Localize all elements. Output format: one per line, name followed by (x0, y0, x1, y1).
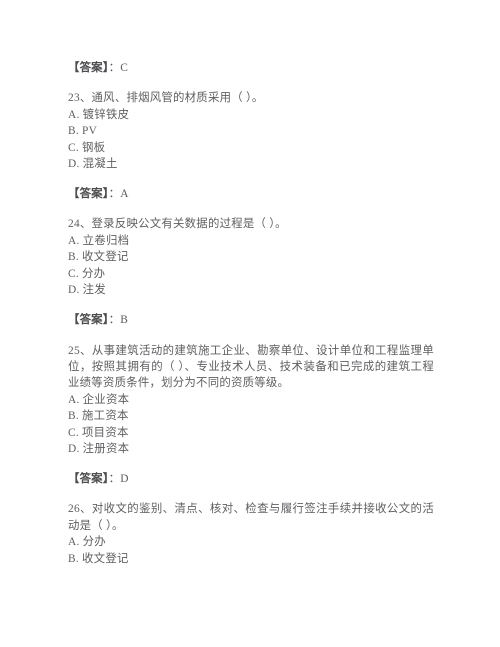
answer-label: 【答案】 (68, 314, 109, 327)
question-stem: 24、登录反映公文有关数据的过程是（ ）。 (68, 218, 287, 231)
answer-line: 【答案】：B (68, 312, 434, 328)
answer-separator: ： (108, 62, 121, 74)
answer-line: 【答案】：D (68, 471, 434, 487)
question-option: B. PV (68, 125, 98, 138)
answer-value: C (120, 62, 129, 74)
question-option: C. 钢板 (68, 141, 106, 154)
question-stem: 23、通风、排烟风管的材质采用（ ）。 (68, 92, 264, 105)
question-block-24: 24、登录反映公文有关数据的过程是（ ）。 A. 立卷归档 B. 收文登记 C.… (68, 216, 434, 298)
question-option: A. 分办 (68, 536, 106, 549)
question-stem: 25、从事建筑活动的建筑施工企业、勘察单位、设计单位和工程监理单位，按照其拥有的… (68, 344, 434, 390)
answer-label: 【答案】 (68, 188, 109, 201)
question-block-23: 23、通风、排烟风管的材质采用（ ）。 A. 镀锌铁皮 B. PV C. 钢板 … (68, 90, 434, 172)
question-option: D. 注册资本 (68, 442, 130, 455)
question-stem: 26、对收文的鉴别、清点、核对、检查与履行签注手续并接收公文的活动是（ ）。 (68, 503, 434, 532)
question-option: B. 收文登记 (68, 552, 129, 565)
answer-value: A (120, 188, 129, 201)
answer-label: 【答案】 (68, 473, 109, 486)
question-block-25: 25、从事建筑活动的建筑施工企业、勘察单位、设计单位和工程监理单位，按照其拥有的… (68, 343, 434, 458)
answer-value: D (120, 473, 129, 486)
answer-separator: ： (108, 188, 121, 201)
answer-separator: ： (108, 473, 121, 486)
question-option: C. 项目资本 (68, 426, 129, 439)
question-option: D. 混凝土 (68, 157, 118, 170)
answer-line: 【答案】：C (68, 60, 434, 76)
answer-value: B (120, 314, 129, 327)
question-option: A. 企业资本 (68, 393, 130, 406)
answer-label: 【答案】 (68, 62, 109, 74)
question-option: D. 注发 (68, 284, 106, 297)
question-option: B. 收文登记 (68, 251, 129, 264)
answer-line: 【答案】：A (68, 186, 434, 202)
document-page: 【答案】：C 23、通风、排烟风管的材质采用（ ）。 A. 镀锌铁皮 B. PV… (0, 0, 500, 647)
question-option: A. 镀锌铁皮 (68, 109, 130, 121)
question-block-26: 26、对收文的鉴别、清点、核对、检查与履行签注手续并接收公文的活动是（ ）。 A… (68, 501, 434, 567)
question-option: B. 施工资本 (68, 410, 129, 423)
question-option: A. 立卷归档 (68, 235, 130, 248)
question-option: C. 分办 (68, 267, 106, 280)
page-content: 【答案】：C 23、通风、排烟风管的材质采用（ ）。 A. 镀锌铁皮 B. PV… (68, 60, 434, 567)
answer-separator: ： (108, 314, 121, 327)
